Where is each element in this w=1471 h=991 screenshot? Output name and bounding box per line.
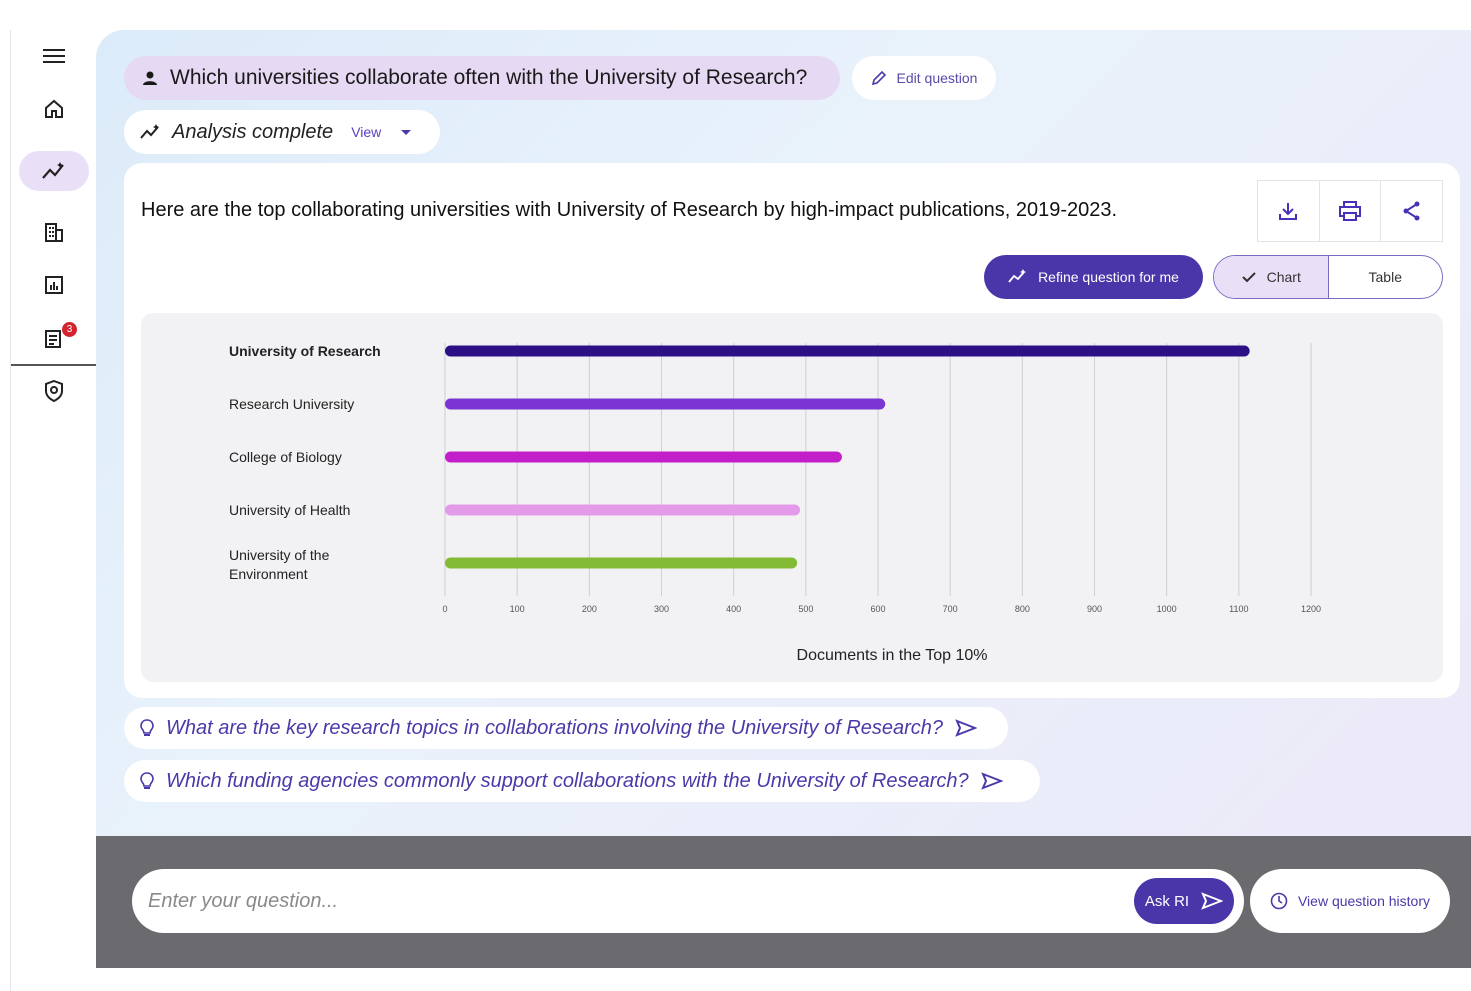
x-axis-label: Documents in the Top 10% [797, 647, 988, 664]
share-icon[interactable] [1381, 181, 1442, 241]
nav-divider [11, 364, 97, 366]
table-toggle-option[interactable]: Table [1329, 256, 1443, 298]
result-card: Here are the top collaborating universit… [124, 163, 1460, 698]
left-nav: 3 [10, 30, 97, 991]
x-tick-label: 0 [442, 604, 447, 614]
x-tick-label: 400 [726, 604, 741, 614]
x-tick-label: 900 [1087, 604, 1102, 614]
ask-button-label: Ask RI [1144, 892, 1190, 910]
category-label-line: Research University [229, 396, 354, 412]
category-label-line: University of the [229, 547, 330, 563]
menu-icon[interactable] [19, 36, 89, 76]
table-toggle-label: Table [1368, 269, 1402, 285]
main-panel: Which universities collaborate often wit… [96, 30, 1471, 836]
category-label: University of the Environment [229, 547, 330, 582]
clock-icon [1270, 892, 1288, 910]
question-pill: Which universities collaborate often wit… [124, 56, 840, 100]
lightbulb-icon [140, 719, 154, 736]
user-icon [143, 71, 157, 85]
question-text: Which universities collaborate often wit… [170, 66, 808, 89]
suggestion-2-text: Which funding agencies commonly support … [166, 769, 969, 792]
suggestion-1-text: What are the key research topics in coll… [166, 716, 944, 739]
refine-question-label: Refine question for me [1038, 269, 1179, 285]
x-tick-label: 200 [582, 604, 597, 614]
notification-badge: 3 [62, 322, 77, 337]
x-tick-label: 500 [798, 604, 813, 614]
question-input-bar: Ask RI View question history [96, 836, 1471, 968]
lightbulb-icon [140, 772, 154, 789]
category-label: University of Research [229, 343, 381, 359]
bar-3 [445, 504, 801, 516]
result-toolbar [1257, 180, 1443, 242]
suggestion-2[interactable]: Which funding agencies commonly support … [124, 760, 1040, 802]
send-icon[interactable] [955, 719, 978, 737]
suggestion-1[interactable]: What are the key research topics in coll… [124, 707, 1008, 749]
category-label-line: University of Research [229, 343, 381, 359]
pencil-icon [871, 70, 886, 86]
shield-icon[interactable] [19, 371, 89, 411]
edit-question-label: Edit question [896, 70, 978, 86]
home-icon[interactable] [19, 89, 89, 129]
view-analysis-link[interactable]: View [351, 124, 381, 140]
category-label-line: Environment [229, 566, 308, 582]
analytics-icon[interactable] [19, 151, 89, 191]
x-tick-label: 700 [943, 604, 958, 614]
view-history-button[interactable]: View question history [1250, 869, 1450, 933]
chart-toggle-label: Chart [1266, 269, 1301, 285]
question-input-wrapper: Ask RI [132, 869, 1244, 933]
chart-toggle-option[interactable]: Chart [1214, 256, 1329, 298]
category-label-line: University of Health [229, 502, 350, 518]
x-tick-label: 100 [510, 604, 525, 614]
analysis-status: Analysis complete View [124, 110, 440, 154]
view-history-label: View question history [1297, 893, 1431, 909]
refine-question-button[interactable]: Refine question for me [984, 255, 1203, 299]
check-icon [1241, 272, 1256, 283]
building-icon[interactable] [19, 212, 89, 252]
category-label-line: College of Biology [229, 449, 342, 465]
x-tick-label: 1000 [1157, 604, 1177, 614]
category-label: University of Health [229, 502, 350, 518]
send-icon[interactable] [980, 772, 1003, 790]
analytics-icon [140, 124, 159, 139]
result-title: Here are the top collaborating universit… [141, 199, 1118, 221]
bar-chart: 0 100 200 300 400 500 600 700 800 900 1000 1100 1200… [141, 313, 1443, 682]
analysis-status-text: Analysis complete [172, 120, 334, 143]
edit-question-button[interactable]: Edit question [852, 56, 996, 100]
bar-0 [445, 345, 1250, 357]
bar-chart-svg: 0 100 200 300 400 500 600 700 800 900 1000 1100 1200… [229, 343, 1321, 664]
category-label: Research University [229, 396, 354, 412]
notes-icon[interactable]: 3 [19, 318, 89, 358]
send-icon [1201, 892, 1224, 910]
report-icon[interactable] [19, 265, 89, 305]
view-toggle: Chart Table [1213, 255, 1443, 299]
bar-1 [445, 398, 886, 410]
x-tick-label: 1200 [1301, 604, 1321, 614]
chevron-down-icon[interactable] [401, 129, 412, 135]
print-icon[interactable] [1320, 181, 1382, 241]
category-label: College of Biology [229, 449, 342, 465]
question-input[interactable] [148, 881, 1108, 921]
ask-button[interactable]: Ask RI [1134, 878, 1234, 924]
bar-4 [445, 557, 798, 569]
analytics-icon [1008, 269, 1027, 283]
bar-2 [445, 451, 842, 463]
x-tick-label: 300 [654, 604, 669, 614]
x-tick-label: 1100 [1229, 604, 1248, 614]
x-tick-label: 800 [1015, 604, 1030, 614]
download-icon[interactable] [1258, 181, 1320, 241]
x-tick-label: 600 [870, 604, 885, 614]
